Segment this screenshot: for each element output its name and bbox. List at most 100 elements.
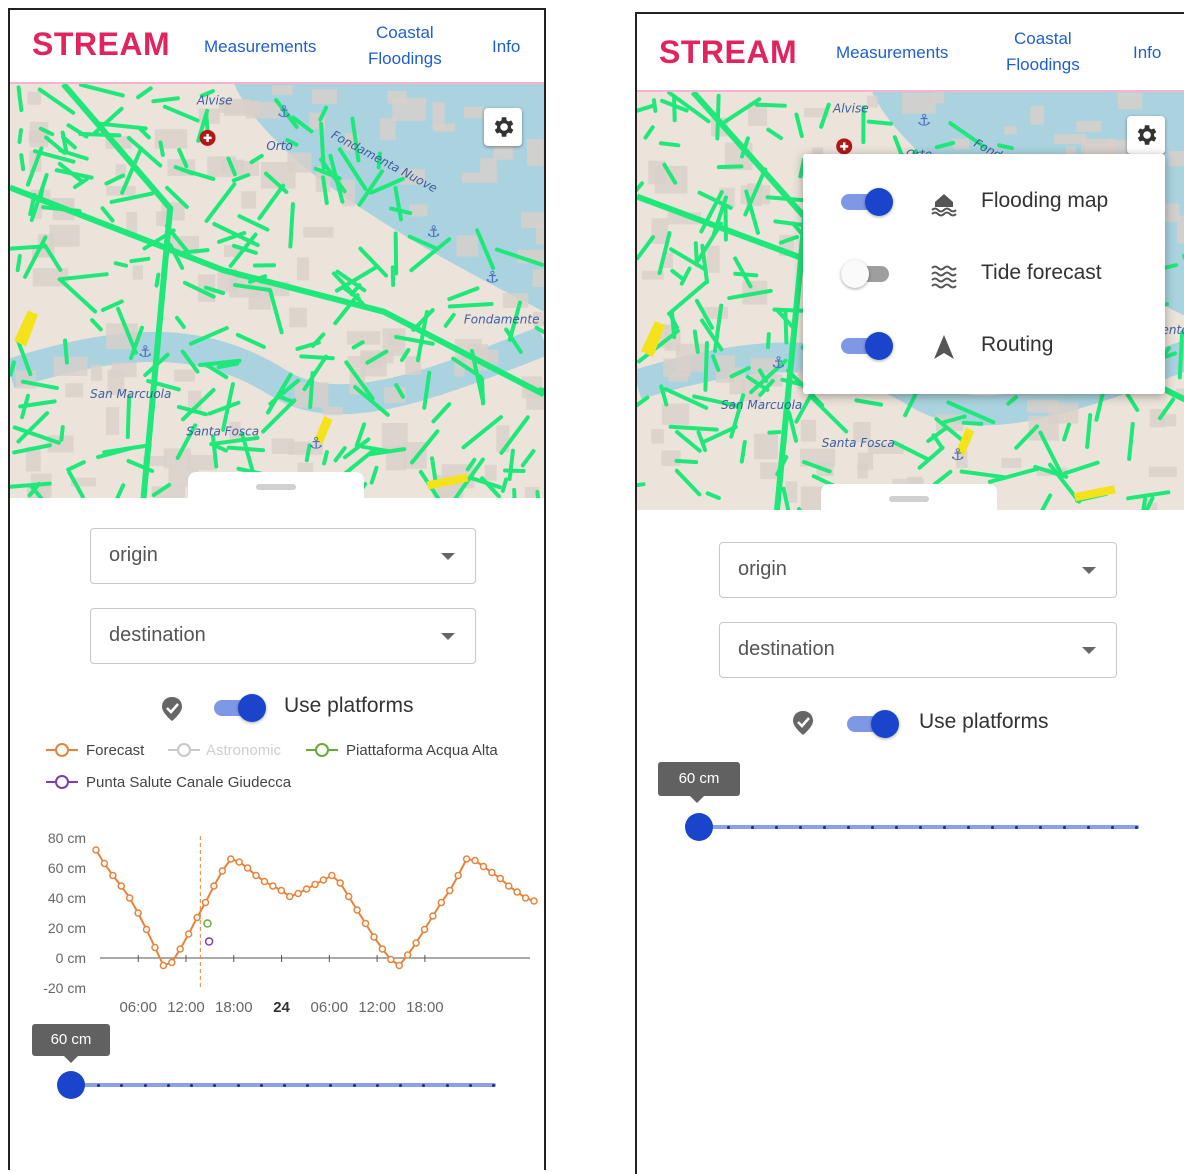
tide-chart[interactable]: 80 cm60 cm40 cm20 cm0 cm-20 cm 06:0012:0… xyxy=(10,810,544,1020)
flooding-map-toggle[interactable] xyxy=(841,188,893,216)
forecast-point xyxy=(127,895,133,901)
venice-map[interactable]: ⚓⚓⚓⚓⚓AlviseOrtoFondamenta NuoveSan Marcu… xyxy=(10,84,544,498)
legend-punta-salute[interactable]: Punta Salute Canale Giudecca xyxy=(86,774,291,791)
svg-text:Alvise: Alvise xyxy=(196,93,233,107)
nav-coastal-line2: Floodings xyxy=(368,46,442,72)
x-tick-label: 24 xyxy=(273,999,290,1016)
forecast-point xyxy=(160,963,166,969)
origin-select[interactable]: origin xyxy=(90,528,476,584)
use-platforms-toggle[interactable] xyxy=(214,694,266,722)
app-bar: STREAM Measurements Coastal Floodings In… xyxy=(10,10,544,84)
forecast-point xyxy=(363,921,369,927)
menu-item-routing[interactable]: Routing xyxy=(803,316,1165,376)
forecast-point xyxy=(320,877,326,883)
legend-platform[interactable]: Piattaforma Acqua Alta xyxy=(346,742,498,759)
origin-select[interactable]: origin xyxy=(719,542,1117,598)
nav-coastal-floodings[interactable]: Coastal Floodings xyxy=(368,20,442,72)
slider-tick xyxy=(943,826,946,829)
nav-info[interactable]: Info xyxy=(1133,40,1161,66)
chevron-down-icon xyxy=(1082,567,1096,574)
brand-logo[interactable]: STREAM xyxy=(659,34,797,71)
use-platforms-label: Use platforms xyxy=(284,694,414,718)
svg-text:⚓: ⚓ xyxy=(277,102,291,121)
destination-select[interactable]: destination xyxy=(90,608,476,664)
map-view[interactable]: ⚓⚓⚓⚓⚓AlviseOrtoFondamenta NuoveSan Marcu… xyxy=(10,84,544,498)
slider-tick xyxy=(260,1084,263,1087)
legend-platform-marker[interactable] xyxy=(306,742,338,758)
slider-tick xyxy=(967,826,970,829)
forecast-point xyxy=(236,859,242,865)
menu-item-tide-forecast[interactable]: Tide forecast xyxy=(803,244,1165,304)
toggle-knob xyxy=(865,188,893,216)
legend-forecast[interactable]: Forecast xyxy=(86,742,144,759)
forecast-point xyxy=(430,913,436,919)
forecast-line xyxy=(96,850,534,966)
forecast-point xyxy=(514,889,520,895)
forecast-point xyxy=(413,940,419,946)
svg-text:Orto: Orto xyxy=(266,139,292,153)
forecast-point xyxy=(523,895,529,901)
slider-tick xyxy=(727,826,730,829)
water-level-slider-thumb[interactable] xyxy=(685,813,713,841)
nav-info[interactable]: Info xyxy=(492,34,520,60)
slider-tick xyxy=(1039,826,1042,829)
nav-measurements[interactable]: Measurements xyxy=(204,34,316,60)
forecast-point xyxy=(101,861,107,867)
nav-coastal-line2: Floodings xyxy=(1006,52,1080,78)
menu-item-flooding-map[interactable]: Flooding map xyxy=(803,172,1165,232)
forecast-point xyxy=(337,880,343,886)
y-tick-label: 20 cm xyxy=(48,920,86,936)
slider-tick xyxy=(167,1084,170,1087)
forecast-point xyxy=(506,883,512,889)
tide-forecast-toggle[interactable] xyxy=(841,260,893,288)
y-tick-label: 60 cm xyxy=(48,860,86,876)
forecast-point xyxy=(455,873,461,879)
nav-coastal-floodings[interactable]: Coastal Floodings xyxy=(1006,26,1080,78)
forecast-point xyxy=(135,910,141,916)
toggle-knob xyxy=(238,694,266,722)
forecast-point xyxy=(93,847,99,853)
y-tick-label: 80 cm xyxy=(48,830,86,846)
bottom-sheet-handle[interactable] xyxy=(821,484,997,518)
routing-label: Routing xyxy=(981,333,1053,357)
origin-placeholder: origin xyxy=(109,544,158,567)
handle-grip xyxy=(256,484,296,490)
nav-coastal-line1: Coastal xyxy=(368,20,442,46)
destination-placeholder: destination xyxy=(109,624,206,647)
forecast-point xyxy=(422,927,428,933)
legend-forecast-marker[interactable] xyxy=(46,742,78,758)
x-tick-label: 12:00 xyxy=(167,999,205,1016)
punta-salute-point xyxy=(206,938,213,945)
svg-text:Santa Fosca: Santa Fosca xyxy=(186,424,259,438)
platform-marker-icon xyxy=(791,710,815,736)
water-level-slider-thumb[interactable] xyxy=(57,1071,85,1099)
slider-value-tooltip: 60 cm xyxy=(658,762,740,796)
legend-astronomic-marker[interactable] xyxy=(168,742,200,758)
y-tick-label: 0 cm xyxy=(56,950,86,966)
slider-tick xyxy=(751,826,754,829)
svg-text:⚓: ⚓ xyxy=(917,110,931,129)
legend-punta-salute-marker[interactable] xyxy=(46,774,78,790)
x-tick-label: 06:00 xyxy=(119,999,157,1016)
phone-screen-right: STREAM Measurements Coastal Floodings In… xyxy=(635,12,1184,1174)
svg-text:San Marcuola: San Marcuola xyxy=(90,387,171,401)
nav-measurements[interactable]: Measurements xyxy=(836,40,948,66)
routing-toggle[interactable] xyxy=(841,332,893,360)
forecast-point xyxy=(144,927,150,933)
settings-button[interactable] xyxy=(1127,116,1165,154)
settings-button[interactable] xyxy=(484,108,522,146)
forecast-point xyxy=(472,858,478,864)
legend-astronomic[interactable]: Astronomic xyxy=(206,742,281,759)
slider-tick xyxy=(237,1084,240,1087)
svg-text:⚓: ⚓ xyxy=(427,222,441,241)
destination-select[interactable]: destination xyxy=(719,622,1117,678)
forecast-point xyxy=(261,879,267,885)
forecast-point xyxy=(447,888,453,894)
nav-coastal-line1: Coastal xyxy=(1006,26,1080,52)
use-platforms-toggle[interactable] xyxy=(847,710,899,738)
toggle-knob xyxy=(841,260,869,288)
flood-house-icon xyxy=(929,188,959,218)
bottom-sheet-handle[interactable] xyxy=(188,472,364,506)
brand-logo[interactable]: STREAM xyxy=(32,26,170,63)
forecast-point xyxy=(118,883,124,889)
